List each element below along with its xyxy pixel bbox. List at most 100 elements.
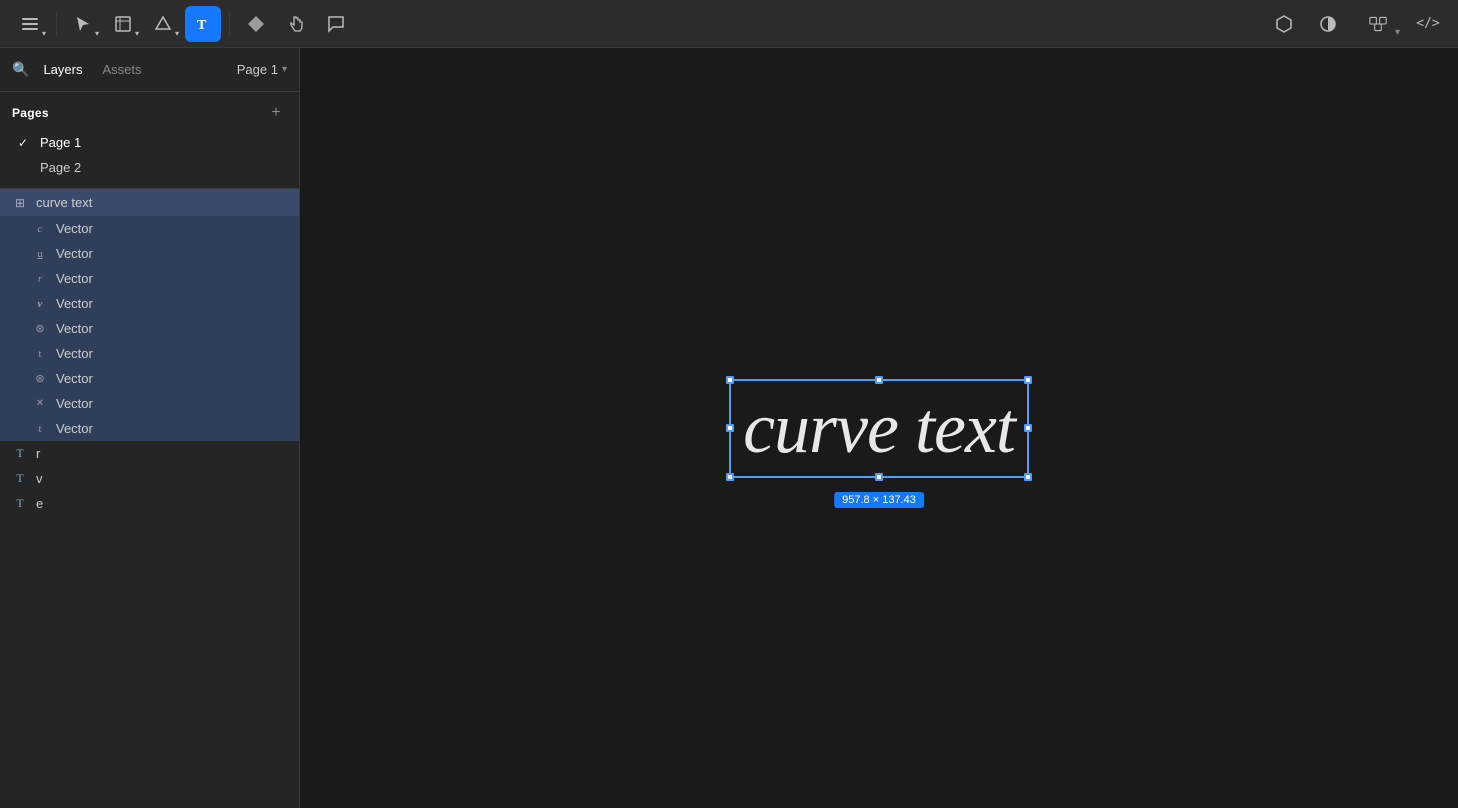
toolbar-left: ▾ ▾ ▾ ▾ T bbox=[12, 6, 354, 42]
text-r-icon: T bbox=[12, 446, 28, 461]
handle-bottom-mid[interactable] bbox=[875, 473, 883, 481]
select-tool-button[interactable]: ▾ bbox=[65, 6, 101, 42]
toolbar-right: ▾ </> bbox=[1266, 6, 1446, 42]
layer-item-e-label: e bbox=[36, 496, 43, 511]
pages-title: Pages bbox=[12, 106, 49, 120]
select-icon bbox=[74, 15, 92, 33]
share-icon bbox=[1369, 15, 1387, 33]
selection-box: curve text bbox=[729, 379, 1029, 478]
layer-item-vector-9[interactable]: t Vector bbox=[0, 416, 299, 441]
layer-item-r-label: r bbox=[36, 446, 40, 461]
hand-icon bbox=[287, 15, 305, 33]
layer-item-vector-6[interactable]: t Vector bbox=[0, 341, 299, 366]
text-v-icon: T bbox=[12, 471, 28, 486]
page-selector[interactable]: Page 1 ▾ bbox=[237, 62, 287, 77]
layer-item-e[interactable]: T e bbox=[0, 491, 299, 516]
menu-button[interactable]: ▾ bbox=[12, 6, 48, 42]
text-e-icon: T bbox=[12, 496, 28, 511]
handle-bottom-left[interactable] bbox=[726, 473, 734, 481]
share-chevron-icon: ▾ bbox=[1395, 27, 1400, 38]
layer-item-vector5-label: Vector bbox=[56, 321, 93, 336]
page-item-page2[interactable]: Page 2 bbox=[12, 155, 287, 180]
plugins-icon bbox=[1275, 15, 1293, 33]
page-selector-chevron-icon: ▾ bbox=[282, 64, 287, 75]
layer-item-vector-1[interactable]: c Vector bbox=[0, 216, 299, 241]
layer-item-vector-3[interactable]: r Vector bbox=[0, 266, 299, 291]
shape-icon bbox=[154, 15, 172, 33]
tab-layers[interactable]: Layers bbox=[37, 58, 88, 81]
vector6-icon: t bbox=[32, 348, 48, 360]
layer-item-vector2-label: Vector bbox=[56, 246, 93, 261]
layer-item-vector1-label: Vector bbox=[56, 221, 93, 236]
layer-item-vector8-label: Vector bbox=[56, 396, 93, 411]
pages-header: Pages + bbox=[12, 102, 287, 124]
code-icon: </> bbox=[1416, 16, 1439, 31]
handle-top-left[interactable] bbox=[726, 376, 734, 384]
vector1-icon: c bbox=[32, 223, 48, 235]
plugins-button[interactable] bbox=[1266, 6, 1302, 42]
handle-top-mid[interactable] bbox=[875, 376, 883, 384]
layer-group-curve-text[interactable]: ⊞ curve text bbox=[0, 189, 299, 216]
page1-label: Page 1 bbox=[40, 135, 81, 150]
main-layout: 🔍 Layers Assets Page 1 ▾ Pages + ✓ Page … bbox=[0, 48, 1458, 808]
layers-list: ⊞ curve text c Vector u Vector r Vector … bbox=[0, 189, 299, 808]
code-button[interactable]: </> bbox=[1410, 6, 1446, 42]
group-icon: ⊞ bbox=[12, 196, 28, 210]
layer-item-v-label: v bbox=[36, 471, 43, 486]
text-tool-button[interactable]: T bbox=[185, 6, 221, 42]
vector5-icon: ⊛ bbox=[32, 322, 48, 335]
page-item-page1[interactable]: ✓ Page 1 bbox=[12, 130, 287, 155]
frame-icon bbox=[114, 15, 132, 33]
comment-icon bbox=[327, 15, 345, 33]
vector9-icon: t bbox=[32, 423, 48, 435]
layer-item-vector-7[interactable]: ⊛ Vector bbox=[0, 366, 299, 391]
canvas-content: curve text 957.8 × 137.43 bbox=[729, 379, 1029, 478]
curve-text-element[interactable]: curve text 957.8 × 137.43 bbox=[729, 379, 1029, 478]
layer-item-vector6-label: Vector bbox=[56, 346, 93, 361]
layer-item-r[interactable]: T r bbox=[0, 441, 299, 466]
layer-item-vector-8[interactable]: ✕ Vector bbox=[0, 391, 299, 416]
shape-tool-button[interactable]: ▾ bbox=[145, 6, 181, 42]
vector8-icon: ✕ bbox=[32, 398, 48, 409]
menu-icon bbox=[21, 15, 39, 33]
layer-item-vector-4[interactable]: v Vector bbox=[0, 291, 299, 316]
vector2-icon: u bbox=[32, 248, 48, 260]
pages-section: Pages + ✓ Page 1 Page 2 bbox=[0, 92, 299, 189]
handle-left-mid[interactable] bbox=[726, 424, 734, 432]
text-icon: T bbox=[194, 15, 212, 33]
layer-item-vector4-label: Vector bbox=[56, 296, 93, 311]
handle-bottom-right[interactable] bbox=[1024, 473, 1032, 481]
layer-group-label: curve text bbox=[36, 195, 92, 210]
separator-2 bbox=[229, 12, 230, 36]
canvas-area[interactable]: curve text 957.8 × 137.43 bbox=[300, 48, 1458, 808]
layer-item-vector-2[interactable]: u Vector bbox=[0, 241, 299, 266]
contrast-button[interactable] bbox=[1310, 6, 1346, 42]
separator-1 bbox=[56, 12, 57, 36]
add-page-button[interactable]: + bbox=[265, 102, 287, 124]
frame-tool-button[interactable]: ▾ bbox=[105, 6, 141, 42]
sidebar: 🔍 Layers Assets Page 1 ▾ Pages + ✓ Page … bbox=[0, 48, 300, 808]
vector3-icon: r bbox=[32, 273, 48, 285]
component-tool-button[interactable] bbox=[238, 6, 274, 42]
layer-item-v[interactable]: T v bbox=[0, 466, 299, 491]
layer-item-vector3-label: Vector bbox=[56, 271, 93, 286]
handle-right-mid[interactable] bbox=[1024, 424, 1032, 432]
handle-top-right[interactable] bbox=[1024, 376, 1032, 384]
share-button[interactable]: ▾ bbox=[1354, 6, 1402, 42]
sidebar-header: 🔍 Layers Assets Page 1 ▾ bbox=[0, 48, 299, 92]
component-icon bbox=[247, 15, 265, 33]
contrast-icon bbox=[1319, 15, 1337, 33]
vector4-icon: v bbox=[32, 298, 48, 310]
page2-label: Page 2 bbox=[40, 160, 81, 175]
layer-item-vector-5[interactable]: ⊛ Vector bbox=[0, 316, 299, 341]
comment-tool-button[interactable] bbox=[318, 6, 354, 42]
hand-tool-button[interactable] bbox=[278, 6, 314, 42]
menu-chevron-icon: ▾ bbox=[42, 29, 46, 38]
svg-text:T: T bbox=[197, 18, 207, 33]
frame-chevron-icon: ▾ bbox=[135, 29, 139, 38]
layer-item-vector7-label: Vector bbox=[56, 371, 93, 386]
search-icon[interactable]: 🔍 bbox=[12, 61, 29, 78]
page-selector-label: Page 1 bbox=[237, 62, 278, 77]
select-chevron-icon: ▾ bbox=[95, 29, 99, 38]
tab-assets[interactable]: Assets bbox=[96, 58, 147, 81]
